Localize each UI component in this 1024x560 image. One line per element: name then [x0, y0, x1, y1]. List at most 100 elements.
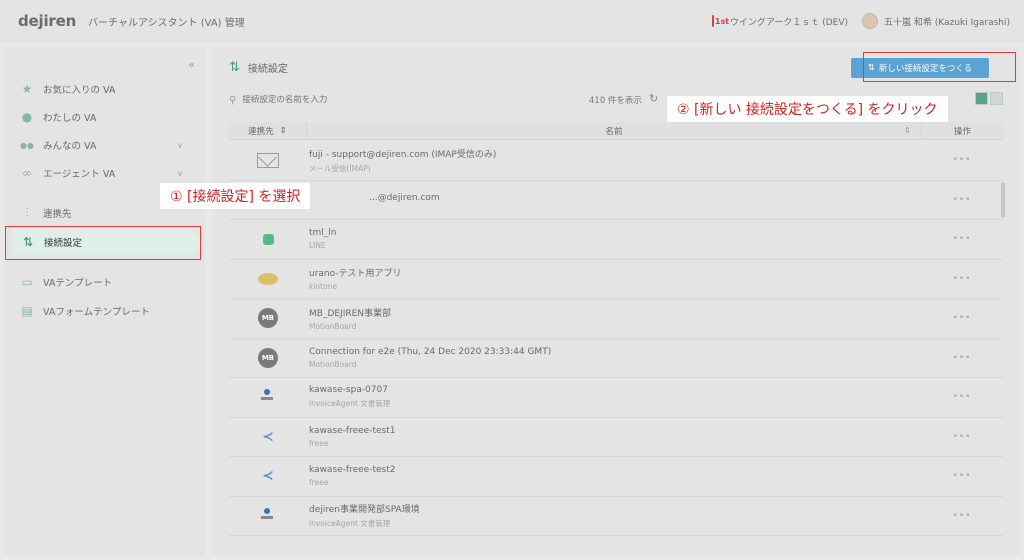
search-bar: ⚲ — [229, 90, 529, 110]
row-service: freee — [309, 438, 329, 448]
sidebar-item-label: VAテンプレート — [43, 278, 113, 289]
table-row[interactable]: ...@dejiren.com ••• — [229, 181, 1003, 220]
table-row[interactable]: MB MB_DEJIREN事業部 MotionBoard ••• — [229, 299, 1003, 339]
result-count: 410 件を表示 — [589, 96, 642, 106]
row-name[interactable]: kawase-freee-test1 — [309, 426, 921, 436]
annotation-highlight-sidebar — [5, 226, 201, 260]
column-actions: 操作 — [921, 122, 1003, 139]
table-row[interactable]: kawase-spa-0707 invoiceAgent 文書管理 ••• — [229, 378, 1003, 418]
row-name[interactable]: urano-テスト用アプリ — [309, 266, 921, 279]
star-icon: ★ — [21, 82, 33, 96]
freee-icon: ≺ — [262, 428, 274, 445]
refresh-icon[interactable]: ↻ — [649, 92, 658, 105]
scrollbar[interactable] — [1001, 182, 1005, 218]
org-icon: 1st — [711, 14, 729, 28]
connection-table: fuji - support@dejiren.com (IMAP受信のみ) メール… — [229, 141, 1003, 536]
column-connector[interactable]: 連携先 ⇕ — [229, 122, 307, 139]
row-menu-button[interactable]: ••• — [921, 511, 1003, 521]
table-row[interactable]: dejiren事業開発部SPA環境 invoiceAgent 文書管理 ••• — [229, 497, 1003, 536]
row-name[interactable]: dejiren事業開発部SPA環境 — [309, 502, 921, 515]
top-bar: dejiren バーチャルアシスタント (VA) 管理 1st ウイングアーク１… — [0, 0, 1024, 42]
view-toggle — [975, 92, 1003, 105]
row-name[interactable]: fuji - support@dejiren.com (IMAP受信のみ) — [309, 147, 921, 160]
page-title-text: 接続設定 — [247, 64, 288, 75]
kintone-icon — [257, 268, 279, 290]
row-service: MotionBoard — [309, 359, 357, 369]
table-row[interactable]: ≺ kawase-freee-test2 freee ••• — [229, 457, 1003, 497]
main-panel: ⇅ 接続設定 ⇅ 新しい接続設定をつくる ⚲ 410 件を表示 ↻ 連携先 ⇕ … — [213, 48, 1019, 556]
sidebar-item-label: VAフォームテンプレート — [43, 307, 150, 318]
annotation-step-2: ② [新しい 接続設定をつくる] をクリック — [667, 96, 948, 122]
collapse-sidebar-icon[interactable]: « — [188, 58, 195, 71]
sidebar-item-everyone-va[interactable]: ●● みんなの VA ∨ — [5, 132, 205, 158]
row-service: invoiceAgent 文書管理 — [309, 399, 391, 409]
row-menu-button[interactable]: ••• — [921, 274, 1003, 284]
sidebar-item-label: わたしの VA — [43, 113, 97, 124]
chevron-down-icon[interactable]: ∨ — [177, 141, 183, 150]
org-name[interactable]: ウイングアーク１ｓｔ (DEV) — [730, 15, 848, 28]
row-name[interactable]: kawase-spa-0707 — [309, 385, 921, 395]
row-menu-button[interactable]: ••• — [921, 155, 1003, 165]
row-service: MotionBoard — [309, 321, 357, 331]
sidebar-item-va-form-template[interactable]: ▤ VAフォームテンプレート — [5, 298, 205, 324]
sort-icon[interactable]: ⇕ — [280, 126, 287, 136]
user-name[interactable]: 五十嵐 和希 (Kazuki Igarashi) — [884, 15, 1010, 28]
freee-icon: ≺ — [262, 468, 274, 485]
motionboard-icon: MB — [257, 347, 279, 369]
row-name[interactable]: Connection for e2e (Thu, 24 Dec 2020 23:… — [309, 347, 921, 357]
row-service: LINE — [309, 241, 326, 251]
table-row[interactable]: ≺ kawase-freee-test1 freee ••• — [229, 418, 1003, 457]
sidebar-item-label: みんなの VA — [43, 141, 97, 152]
page-title: ⇅ 接続設定 — [229, 60, 288, 75]
column-label: 連携先 — [248, 126, 274, 137]
table-row[interactable]: urano-テスト用アプリ kintone ••• — [229, 260, 1003, 299]
sidebar: « ★ お気に入りの VA ● わたしの VA ●● みんなの VA ∨ ∞ エ… — [5, 48, 205, 556]
row-menu-button[interactable]: ••• — [921, 392, 1003, 402]
sidebar-item-label: お気に入りの VA — [43, 85, 116, 96]
mail-icon — [257, 149, 279, 171]
motionboard-icon: MB — [257, 307, 279, 329]
row-menu-button[interactable]: ••• — [921, 353, 1003, 363]
avatar[interactable] — [862, 13, 878, 29]
annotation-step-1: ① [接続設定] を選択 — [160, 183, 311, 209]
search-icon: ⚲ — [229, 94, 237, 106]
sidebar-item-label: 連携先 — [43, 209, 72, 220]
logo[interactable]: dejiren — [18, 12, 76, 30]
row-service: kintone — [309, 282, 338, 292]
header-right: 1st ウイングアーク１ｓｔ (DEV) 五十嵐 和希 (Kazuki Igar… — [711, 0, 1010, 42]
row-service: メール受信(IMAP) — [309, 163, 371, 173]
table-row[interactable]: tml_ln LINE ••• — [229, 220, 1003, 260]
row-menu-button[interactable]: ••• — [921, 313, 1003, 323]
chevron-down-icon[interactable]: ∨ — [177, 169, 183, 178]
search-input[interactable] — [242, 95, 503, 105]
row-menu-button[interactable]: ••• — [921, 432, 1003, 442]
row-menu-button[interactable]: ••• — [921, 234, 1003, 244]
sidebar-item-my-va[interactable]: ● わたしの VA — [5, 104, 205, 130]
table-row[interactable]: MB Connection for e2e (Thu, 24 Dec 2020 … — [229, 339, 1003, 378]
line-icon — [257, 228, 279, 250]
agent-icon: ∞ — [22, 166, 32, 180]
column-name[interactable]: 名前 ⇕ — [307, 122, 921, 139]
grid-view-icon[interactable] — [990, 92, 1003, 105]
row-name[interactable]: kawase-freee-test2 — [309, 465, 921, 475]
invoiceagent-icon — [257, 386, 279, 408]
sidebar-item-va-template[interactable]: ▭ VAテンプレート — [5, 269, 205, 295]
sort-icon[interactable]: ⇕ — [904, 126, 911, 136]
table-row[interactable]: fuji - support@dejiren.com (IMAP受信のみ) メール… — [229, 141, 1003, 181]
row-name[interactable]: MB_DEJIREN事業部 — [309, 306, 921, 319]
person-icon: ● — [21, 110, 33, 124]
annotation-highlight-button — [863, 52, 1016, 82]
row-service: freee — [309, 478, 329, 488]
row-name[interactable]: tml_ln — [309, 228, 921, 238]
list-view-icon[interactable] — [975, 92, 988, 105]
row-menu-button[interactable]: ••• — [921, 471, 1003, 481]
row-service: invoiceAgent 文書管理 — [309, 519, 391, 529]
row-name[interactable]: ...@dejiren.com — [309, 193, 921, 203]
column-label: 名前 — [605, 126, 623, 137]
form-template-icon: ▤ — [21, 304, 33, 318]
row-menu-button[interactable]: ••• — [921, 195, 1003, 205]
sidebar-item-favorite-va[interactable]: ★ お気に入りの VA — [5, 76, 205, 102]
sidebar-item-label: エージェント VA — [43, 169, 116, 180]
template-icon: ▭ — [21, 275, 33, 289]
table-header: 連携先 ⇕ 名前 ⇕ 操作 — [229, 122, 1003, 140]
